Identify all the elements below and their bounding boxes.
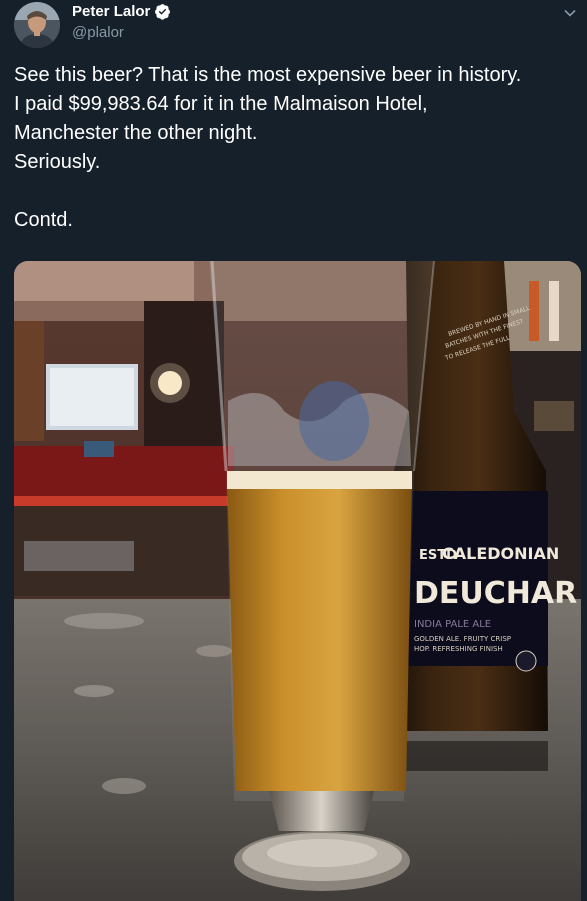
chevron-down-icon[interactable] [563,6,577,20]
bottle-label-desc1: GOLDEN ALE. FRUITY CRISP [414,635,511,643]
bottle-label-desc2: HOP. REFRESHING FINISH [414,645,503,653]
author-name[interactable]: Peter Lalor [72,3,150,20]
tweet-text: See this beer? That is the most expensiv… [14,64,522,231]
beer-photo-image: ESTD CALEDONIAN DEUCHAR INDIA PALE ALE G… [14,261,581,901]
author-name-row: Peter Lalor [72,3,171,20]
author-handle[interactable]: @plalor [72,24,124,41]
avatar[interactable] [14,2,60,48]
avatar-image [14,2,60,48]
tweet-photo[interactable]: ESTD CALEDONIAN DEUCHAR INDIA PALE ALE G… [14,261,581,901]
bottle-label-style: INDIA PALE ALE [414,619,491,630]
bottle-label-name: DEUCHAR [414,576,577,611]
bottle-label-brand: CALEDONIAN [442,544,559,563]
tweet-header: Peter Lalor @plalor [0,0,587,50]
verified-badge-icon [155,4,171,20]
